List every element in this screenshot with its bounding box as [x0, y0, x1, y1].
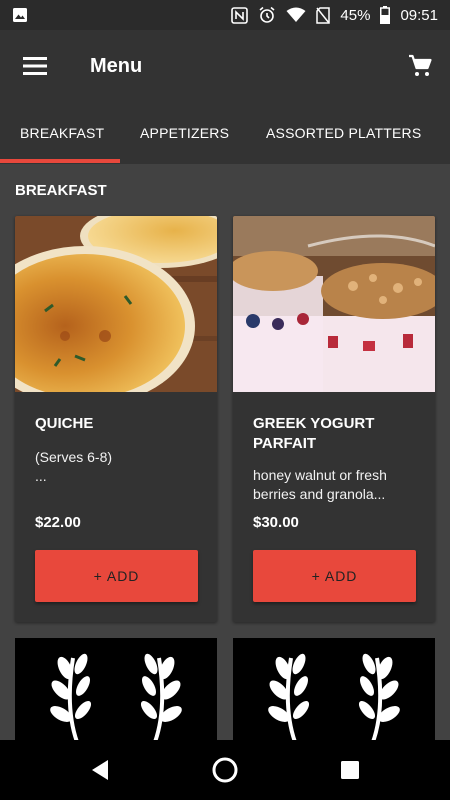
parfait-image: [233, 216, 435, 392]
menu-item-card[interactable]: [233, 638, 435, 742]
tab-label: ASSORTED PLATTERS: [266, 125, 422, 141]
add-button[interactable]: + ADD: [253, 550, 416, 602]
shopping-cart-icon: [409, 54, 432, 76]
add-button[interactable]: + ADD: [35, 550, 198, 602]
app-bar: Menu: [0, 30, 450, 102]
menu-item-card[interactable]: [15, 638, 217, 742]
cart-button[interactable]: [390, 30, 450, 102]
system-nav-bar: [0, 740, 450, 800]
item-description: (Serves 6-8) ...: [35, 449, 113, 484]
battery-percent: 45%: [340, 6, 371, 24]
quiche-image: [15, 216, 217, 392]
menu-item-card[interactable]: GREEK YOGURT PARFAIT honey walnut or fre…: [233, 216, 435, 622]
home-icon[interactable]: [211, 756, 239, 784]
tab-assorted-platters[interactable]: ASSORTED PLATTERS: [266, 102, 421, 164]
menu-button[interactable]: [0, 30, 70, 102]
item-price: $30.00: [253, 514, 299, 531]
wifi-icon: [286, 7, 306, 22]
recents-icon[interactable]: [340, 760, 360, 780]
item-price: $22.00: [35, 514, 81, 531]
tab-label: APPETIZERS: [140, 125, 230, 141]
item-description: honey walnut or fresh berries and granol…: [253, 467, 387, 502]
page-title: Menu: [90, 54, 143, 77]
tab-label: BREAKFAST: [20, 125, 105, 141]
laurel-icon: [268, 653, 400, 742]
tab-appetizers[interactable]: APPETIZERS: [140, 102, 229, 164]
section-title: BREAKFAST: [15, 182, 107, 199]
tab-indicator: [0, 159, 120, 163]
tab-breakfast[interactable]: BREAKFAST: [20, 102, 104, 164]
no-sim-icon: [316, 6, 331, 24]
item-name: GREEK YOGURT PARFAIT: [253, 415, 375, 452]
status-bar: 45% 09:51: [0, 0, 450, 30]
alarm-icon: [259, 6, 275, 23]
menu-item-card[interactable]: QUICHE (Serves 6-8) ... $22.00 + ADD: [15, 216, 217, 622]
image-icon: [13, 8, 27, 22]
hamburger-menu-icon: [23, 57, 47, 75]
item-name: QUICHE: [35, 415, 94, 432]
nfc-icon: [231, 6, 249, 24]
category-tabs: BREAKFAST APPETIZERS ASSORTED PLATTERS: [0, 102, 450, 164]
clock: 09:51: [400, 6, 438, 24]
battery-icon: [380, 6, 391, 24]
back-icon[interactable]: [88, 758, 112, 782]
laurel-icon: [50, 653, 182, 742]
